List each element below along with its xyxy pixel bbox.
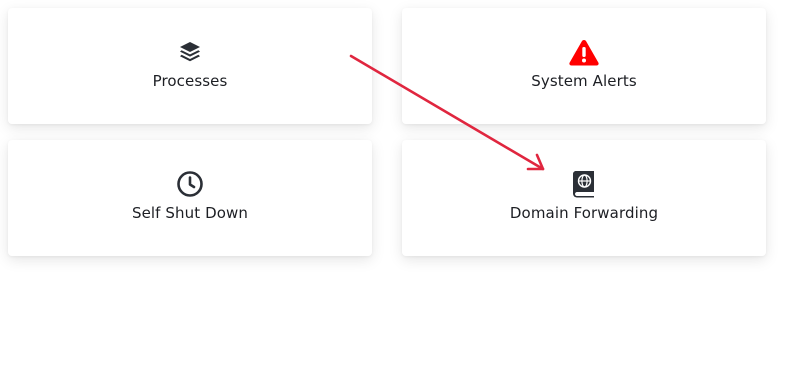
domain-forwarding-label: Domain Forwarding xyxy=(509,204,659,222)
layers-icon xyxy=(175,37,205,67)
system-alerts-label: System Alerts xyxy=(531,72,637,90)
processes-label: Processes xyxy=(152,72,228,90)
domain-forwarding-card[interactable]: Domain Forwarding xyxy=(402,140,766,256)
self-shut-down-label: Self Shut Down xyxy=(131,204,249,222)
globe-book-icon xyxy=(569,169,599,199)
processes-card[interactable]: Processes xyxy=(8,8,372,124)
warning-triangle-icon xyxy=(569,37,599,67)
clock-icon xyxy=(175,169,205,199)
system-alerts-card[interactable]: System Alerts xyxy=(402,8,766,124)
self-shut-down-card[interactable]: Self Shut Down xyxy=(8,140,372,256)
